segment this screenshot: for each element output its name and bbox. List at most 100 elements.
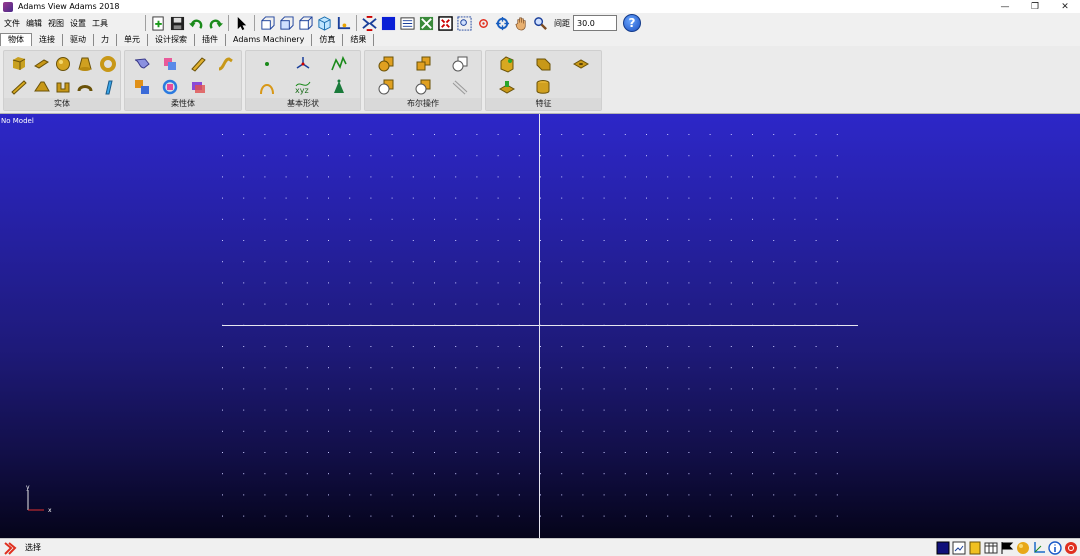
background-color-button[interactable] <box>935 540 950 555</box>
spline-xyz-icon[interactable]: xyz <box>294 78 312 96</box>
flex-link-icon[interactable] <box>217 55 235 73</box>
flex-swap-icon[interactable] <box>161 78 179 96</box>
grid-dot <box>540 218 541 220</box>
tab-forces[interactable]: 力 <box>94 34 117 46</box>
zoom-box-button[interactable] <box>456 15 473 32</box>
fit-view-button[interactable] <box>437 15 454 32</box>
grid-dot <box>285 197 287 199</box>
spacing-input[interactable] <box>573 15 617 31</box>
grid-dot <box>412 515 414 517</box>
undo-button[interactable] <box>188 15 205 32</box>
sphere-icon[interactable] <box>54 55 72 73</box>
revolution-icon[interactable] <box>76 78 94 96</box>
rigid-to-flex-icon[interactable] <box>161 55 179 73</box>
grid-dot <box>815 282 817 284</box>
mnf-transform-icon[interactable] <box>189 78 207 96</box>
menu-edit[interactable]: 编辑 <box>26 18 42 29</box>
plane-icon[interactable] <box>99 78 117 96</box>
redo-button[interactable] <box>207 15 224 32</box>
extrusion-icon[interactable] <box>54 78 72 96</box>
grid-dot <box>497 388 499 390</box>
zoom-button[interactable] <box>532 15 549 32</box>
cylinder-icon[interactable] <box>33 55 51 73</box>
pan-button[interactable] <box>513 15 530 32</box>
top-view-button[interactable] <box>278 15 295 32</box>
side-view-button[interactable] <box>297 15 314 32</box>
grid-dot <box>836 473 838 475</box>
model-viewport[interactable]: No Model y x <box>0 114 1080 538</box>
grid-toggle-button[interactable] <box>399 15 416 32</box>
construction-icon[interactable] <box>330 78 348 96</box>
grid-dot <box>836 261 838 263</box>
box-icon[interactable] <box>10 55 28 73</box>
coordinate-button[interactable] <box>1031 540 1046 555</box>
help-button[interactable]: ? <box>623 14 641 32</box>
menu-settings[interactable]: 设置 <box>70 18 86 29</box>
link-icon[interactable] <box>10 78 28 96</box>
info-button[interactable] <box>1047 540 1062 555</box>
torus-icon[interactable] <box>99 55 117 73</box>
shaded-button[interactable] <box>380 15 397 32</box>
tab-simulation[interactable]: 仿真 <box>312 34 344 46</box>
tab-design-exploration[interactable]: 设计探索 <box>148 34 195 46</box>
tab-elements[interactable]: 单元 <box>117 34 148 46</box>
menu-file[interactable]: 文件 <box>4 18 20 29</box>
marker-icon[interactable] <box>294 55 312 73</box>
tab-motions[interactable]: 驱动 <box>63 34 94 46</box>
grid-dot <box>624 409 626 411</box>
chain-icon[interactable] <box>451 78 469 96</box>
axes-view-button[interactable] <box>335 15 352 32</box>
grid-dot <box>328 155 329 157</box>
menu-tools[interactable]: 工具 <box>92 18 108 29</box>
point-icon[interactable] <box>258 55 276 73</box>
toggle-grid-button[interactable] <box>951 540 966 555</box>
chamfer-icon[interactable] <box>498 55 516 73</box>
center-button[interactable] <box>475 15 492 32</box>
select-button[interactable] <box>233 15 250 32</box>
tab-adams-machinery[interactable]: Adams Machinery <box>226 34 313 46</box>
render-sphere-button[interactable] <box>1015 540 1030 555</box>
flag-button[interactable] <box>999 540 1014 555</box>
split-icon[interactable] <box>414 78 432 96</box>
arc-icon[interactable] <box>258 78 276 96</box>
fillet-icon[interactable] <box>534 55 552 73</box>
hollow-icon[interactable] <box>534 78 552 96</box>
stop-button[interactable] <box>1063 540 1078 555</box>
minimize-button[interactable]: — <box>990 0 1020 13</box>
rotate-button[interactable] <box>494 15 511 32</box>
iso-view-button[interactable] <box>316 15 333 32</box>
flex-beam-icon[interactable] <box>189 55 207 73</box>
intersect-icon[interactable] <box>451 55 469 73</box>
group-label: 柔性体 <box>125 98 241 110</box>
grid-dot <box>752 346 753 347</box>
tab-results[interactable]: 结果 <box>343 34 375 46</box>
flex-body-icon[interactable] <box>133 55 151 73</box>
perspective-button[interactable] <box>418 15 435 32</box>
save-button[interactable] <box>169 15 186 32</box>
grid-dot <box>497 367 499 369</box>
boss-icon[interactable] <box>498 78 516 96</box>
restore-button[interactable]: ❐ <box>1020 0 1050 13</box>
grid-dot <box>476 176 478 178</box>
mnf-import-icon[interactable] <box>133 78 151 96</box>
cut-icon[interactable] <box>377 78 395 96</box>
close-button[interactable]: ✕ <box>1050 0 1080 13</box>
plate-icon[interactable] <box>33 78 51 96</box>
menu-view[interactable]: 视图 <box>48 18 64 29</box>
group-label: 基本形状 <box>246 98 360 110</box>
grid-dot <box>455 261 457 263</box>
polyline-icon[interactable] <box>330 55 348 73</box>
grid-dot <box>328 473 329 475</box>
front-view-button[interactable] <box>259 15 276 32</box>
toggle-icons-button[interactable] <box>361 15 378 32</box>
frustum-icon[interactable] <box>76 55 94 73</box>
tab-plugins[interactable]: 插件 <box>195 34 226 46</box>
hole-icon[interactable] <box>572 55 590 73</box>
tab-bodies[interactable]: 物体 <box>0 33 32 46</box>
table-editor-button[interactable] <box>983 540 998 555</box>
union-icon[interactable] <box>377 55 395 73</box>
new-model-button[interactable] <box>150 15 167 32</box>
info-window-button[interactable] <box>967 540 982 555</box>
merge-icon[interactable] <box>414 55 432 73</box>
tab-connectors[interactable]: 连接 <box>32 34 63 46</box>
